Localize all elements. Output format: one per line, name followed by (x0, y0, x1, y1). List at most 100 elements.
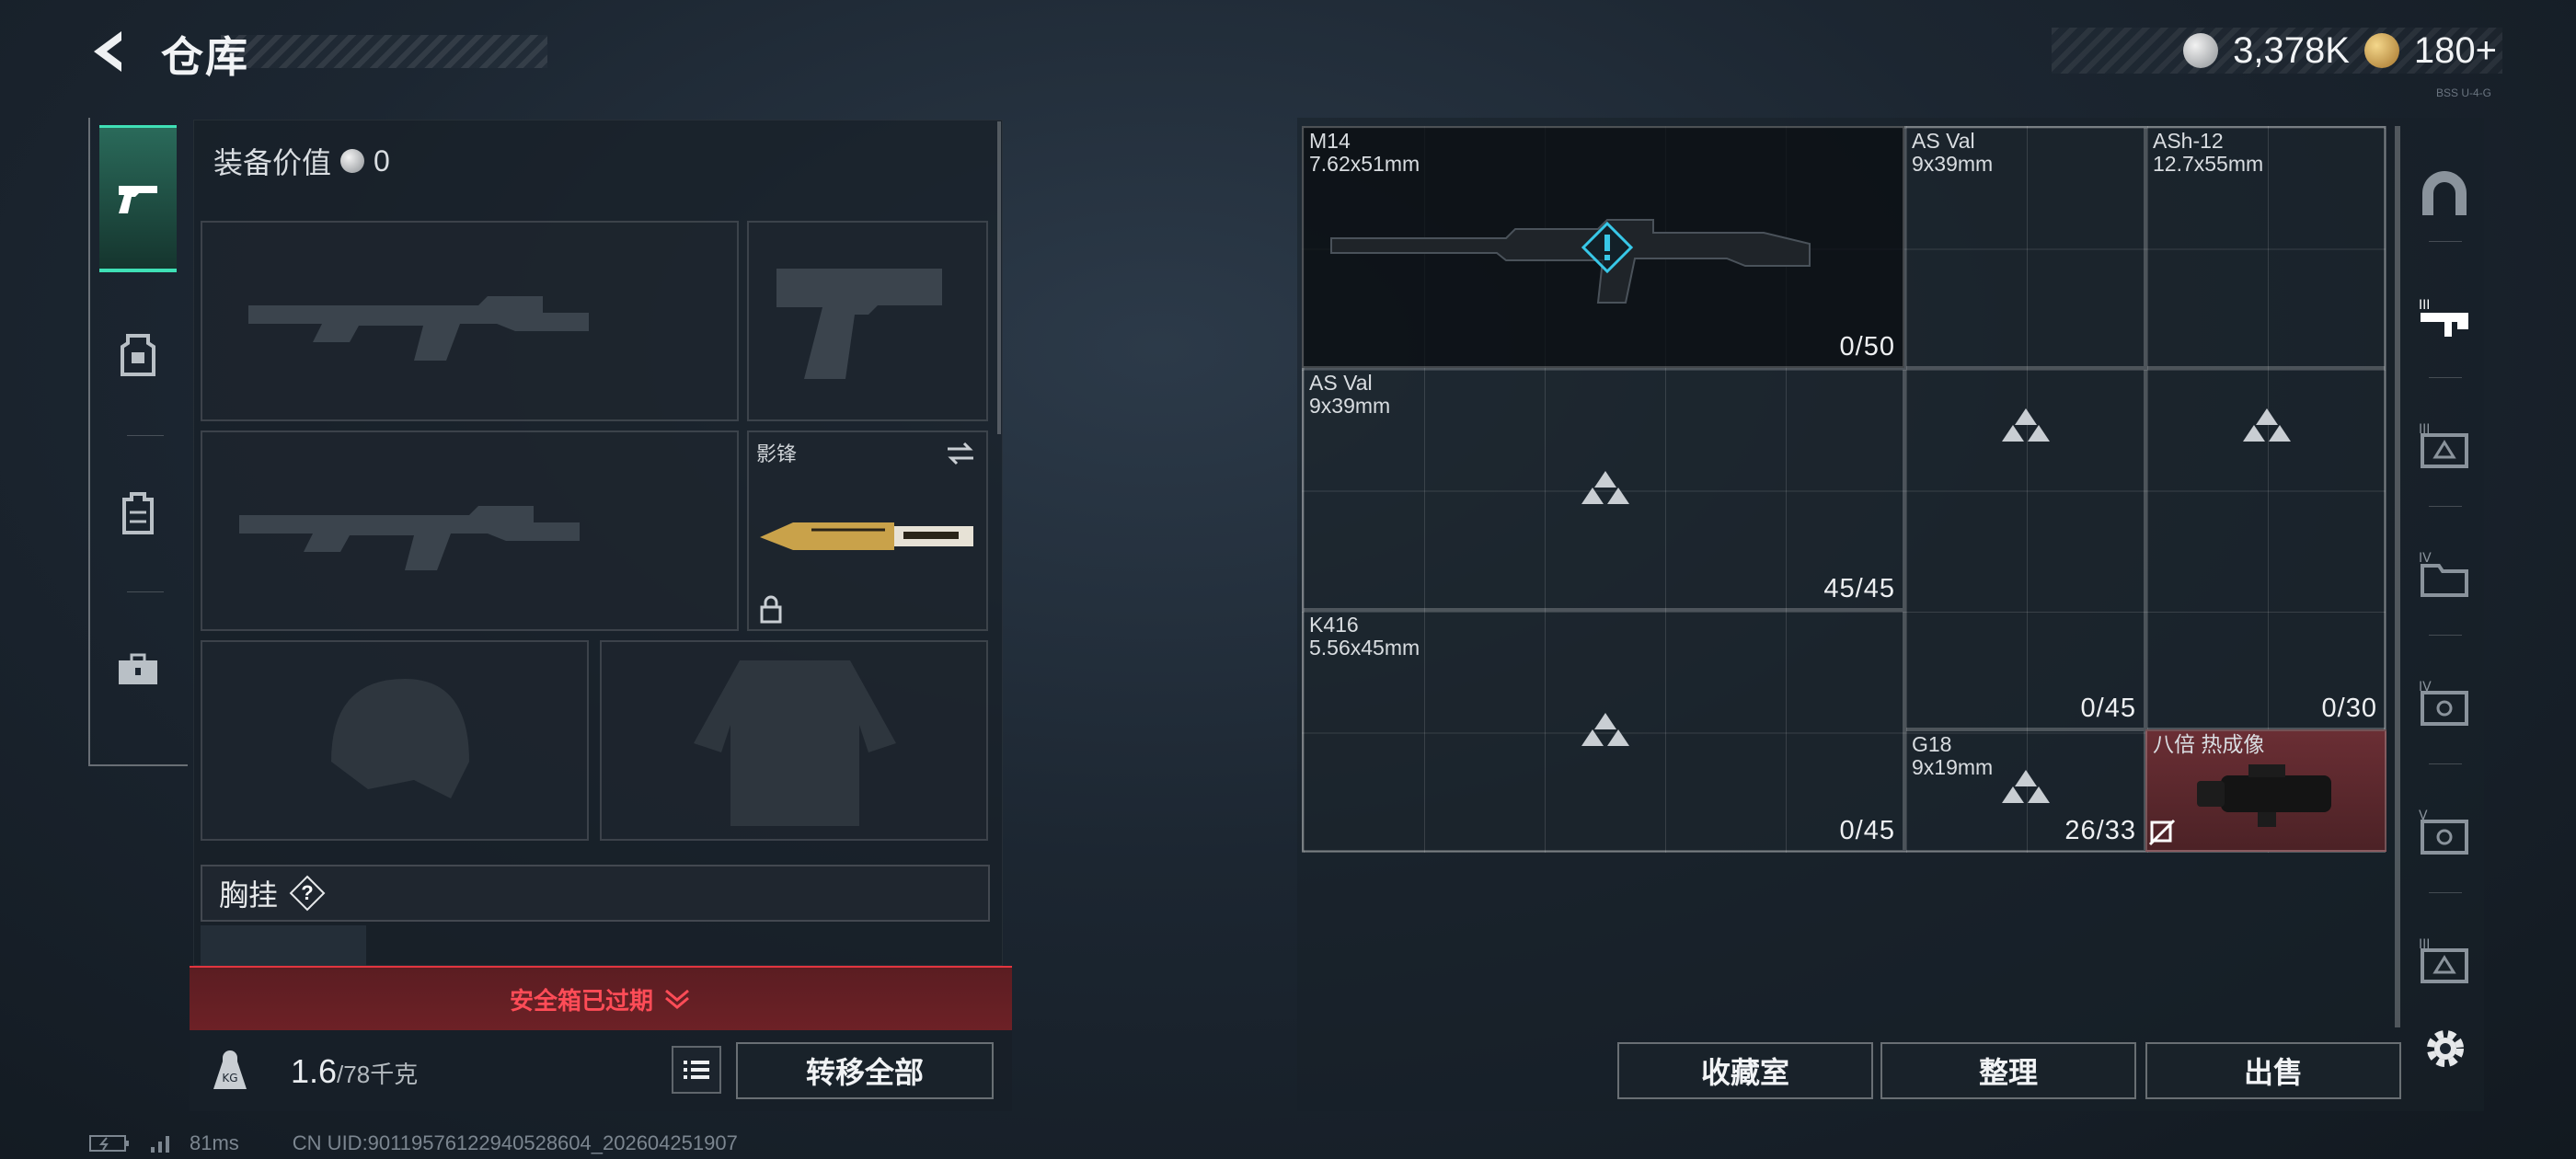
ammo-icon (2243, 408, 2291, 442)
list-icon (684, 1061, 709, 1079)
category-tabs (88, 118, 188, 766)
item-count: 0/45 (1839, 816, 1895, 845)
currency-bar: 3,378K 180+ (2052, 28, 2502, 74)
item-label: AS Val 9x39mm (1912, 129, 1994, 176)
chest-rig-row[interactable]: 胸挂 ? (201, 865, 990, 922)
item-label: K416 5.56x45mm (1309, 613, 1420, 660)
gear-crate-icon: III (2419, 422, 2468, 468)
tab-armor[interactable] (99, 281, 177, 429)
stash-item-m14[interactable]: M14 7.62x51mm 0/50 (1302, 126, 1904, 368)
stash-item-asval-box[interactable]: 0/45 (1904, 368, 2145, 729)
ammo-icon (2002, 770, 2050, 803)
svg-text:III: III (2419, 298, 2430, 313)
backpack-icon (122, 492, 154, 534)
ammo-icon (2002, 408, 2050, 442)
item-label: G18 9x19mm (1912, 732, 1994, 779)
gear-crate-icon: III (2419, 937, 2468, 983)
primary-weapon-slot[interactable] (201, 221, 739, 421)
equipment-value: 装备价值 0 (213, 140, 390, 182)
svg-text:KG: KG (222, 1072, 237, 1084)
weight-icon: KG (210, 1049, 250, 1093)
sidearm-slot[interactable] (747, 221, 988, 421)
stash-category-tier4-gear[interactable]: IV (2412, 671, 2477, 736)
stash-item-k416-ammo[interactable]: K416 5.56x45mm 0/45 (1302, 610, 1904, 852)
stash-item-asval-mag[interactable]: AS Val 9x39mm (1904, 126, 2145, 368)
help-icon[interactable]: ? (289, 875, 326, 912)
stash-item-thermal-scope[interactable]: 八倍 热成像 (2145, 729, 2386, 852)
silver-coin-icon (340, 149, 365, 173)
silver-currency-value: 3,378K (2233, 29, 2350, 71)
toolbox-icon (119, 653, 157, 684)
title-stripe (221, 35, 547, 68)
vest-silhouette-icon (694, 660, 896, 826)
ammo-icon (1581, 713, 1629, 746)
settings-button[interactable] (2418, 1021, 2473, 1076)
tab-weapons[interactable] (99, 125, 177, 272)
storeroom-button[interactable]: 收藏室 (1617, 1042, 1873, 1099)
item-count: 26/33 (2064, 816, 2136, 845)
melee-name: 影锋 (756, 442, 798, 465)
m14-rifle-icon (1330, 219, 1811, 304)
silver-coin-icon (2183, 33, 2219, 68)
item-count: 0/50 (1839, 332, 1895, 361)
stash-item-ash12-mag[interactable]: ASh-12 12.7x55mm (2145, 126, 2386, 368)
safe-box-expired-banner[interactable]: 安全箱已过期 (190, 966, 1012, 1030)
sell-button[interactable]: 出售 (2145, 1042, 2401, 1099)
sort-button[interactable]: 整理 (1880, 1042, 2136, 1099)
item-count: 0/45 (2080, 694, 2136, 723)
knife-icon (760, 522, 973, 550)
tab-toolbox[interactable] (99, 596, 177, 743)
ammo-icon (1581, 471, 1629, 504)
transfer-all-button[interactable]: 转移全部 (736, 1042, 994, 1099)
melee-slot[interactable]: 影锋 (747, 430, 988, 631)
chest-rig-label: 胸挂 (219, 878, 279, 912)
item-label: AS Val 9x39mm (1309, 371, 1391, 418)
stash-item-ash12-box[interactable]: 0/30 (2145, 368, 2386, 729)
gold-coin-icon (2363, 33, 2399, 68)
uid-text: CN UID:9011957612294052860​4_20260425190… (292, 1131, 738, 1154)
chest-rig-slot[interactable] (201, 925, 366, 966)
battery-icon (89, 1135, 129, 1152)
stash-category-tier5-gear[interactable]: V (2412, 800, 2477, 865)
chevron-down-icon (665, 989, 689, 1009)
weight-current: 1.6 (291, 1052, 338, 1090)
stash-category-tier3-weapons[interactable]: III (2412, 285, 2477, 350)
gear-crate-icon: IV (2419, 680, 2468, 726)
stash-category-tier4-folder[interactable]: IV (2412, 543, 2477, 607)
stash-category-tier3-gear[interactable]: III (2412, 414, 2477, 478)
ping-value: 81ms (190, 1131, 239, 1154)
helmet-slot[interactable] (201, 640, 589, 841)
lock-icon (760, 595, 782, 624)
folder-icon: IV (2419, 551, 2468, 597)
status-bar: 81ms CN UID:9011957612294052860​4_202604… (88, 1131, 738, 1155)
stash-item-asval-ammo[interactable]: AS Val 9x39mm 45/45 (1302, 368, 1904, 610)
pistol-icon (119, 185, 157, 213)
page-title: 仓库 (161, 33, 249, 81)
item-count: 0/30 (2321, 694, 2377, 723)
gear-crate-icon: V (2419, 809, 2468, 855)
swap-icon[interactable] (944, 440, 977, 467)
safe-box-expired-text: 安全箱已过期 (509, 986, 653, 1015)
vest-icon (121, 334, 155, 376)
stash-scrollbar[interactable] (2395, 126, 2400, 1027)
stash-category-tier3-crate[interactable]: III (2412, 929, 2477, 993)
rifle-silhouette-icon (239, 506, 580, 570)
stash-item-g18-ammo[interactable]: G18 9x19mm 26/33 (1904, 729, 2145, 852)
armor-slot[interactable] (600, 640, 988, 841)
helmet-silhouette-icon (331, 679, 469, 798)
secondary-weapon-slot[interactable] (201, 430, 739, 631)
back-button[interactable] (85, 26, 136, 77)
item-label: 八倍 热成像 (2153, 732, 2265, 756)
item-label: M14 7.62x51mm (1309, 129, 1420, 176)
equipment-value-label: 装备价值 (213, 146, 332, 179)
gear-icon (2427, 1030, 2464, 1067)
pistol-silhouette-icon (776, 269, 942, 379)
equipment-scrollbar[interactable] (997, 121, 1001, 434)
back-arrow-icon (94, 31, 121, 72)
tab-backpack[interactable] (99, 440, 177, 587)
list-view-button[interactable] (672, 1046, 721, 1094)
equipment-value-number: 0 (374, 143, 390, 178)
stash-category-all[interactable] (2412, 161, 2477, 225)
weight-text: 1.6/78千克 (291, 1052, 418, 1091)
unbound-icon (2148, 819, 2176, 846)
